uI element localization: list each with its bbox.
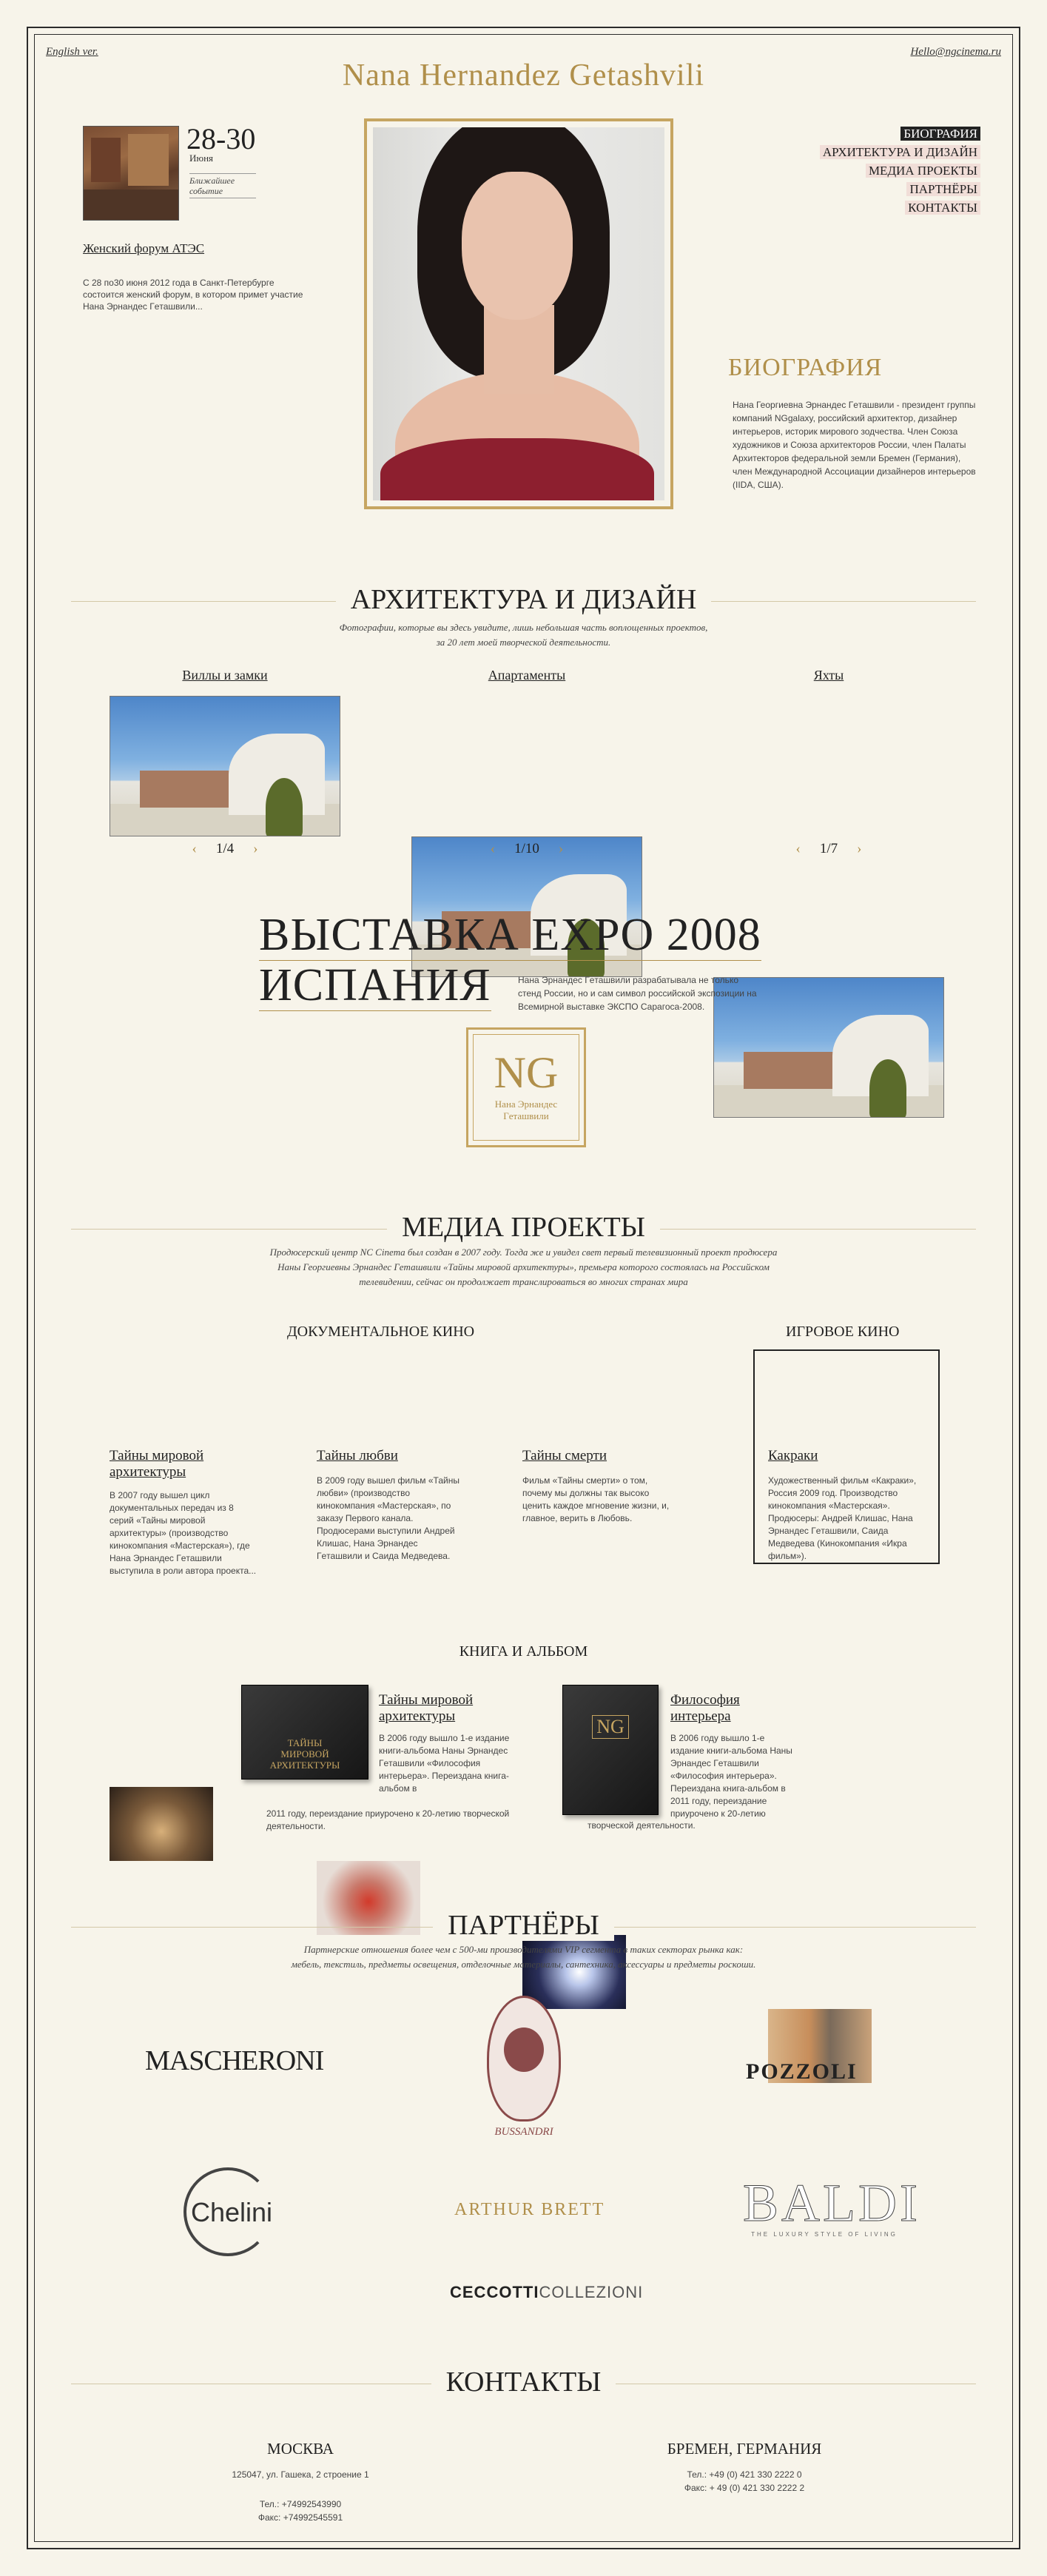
media-title: Медиа проекты xyxy=(0,1211,1047,1244)
books-head: Книга и альбом xyxy=(459,1643,588,1660)
portrait-photo xyxy=(373,127,664,500)
book-title-philosophy-interior[interactable]: Философия интерьера xyxy=(670,1692,789,1725)
event-text: С 28 по30 июня 2012 года в Санкт-Петербу… xyxy=(83,278,303,312)
nav-item-partners[interactable]: Партнёры xyxy=(820,180,980,198)
partner-ceccotti[interactable]: CECCOTTICOLLEZIONI xyxy=(450,2283,643,2302)
nav-item-architecture[interactable]: Архитектура и дизайн xyxy=(819,143,980,161)
event-date: 28-30 xyxy=(186,122,256,155)
next-arrow-icon[interactable]: › xyxy=(559,841,563,856)
partner-mascheroni[interactable]: MASCHERONI xyxy=(145,2045,324,2077)
partner-pozzoli[interactable]: POZZOLI xyxy=(746,2059,858,2084)
film-title-secrets-death[interactable]: Тайны смерти xyxy=(522,1448,670,1464)
film-text-kakraki: Художественный фильм «Какраки», Россия 2… xyxy=(768,1475,917,1561)
bremen-fax: Факс: + 49 (0) 421 330 2222 2 xyxy=(684,2483,805,2493)
feature-head: Игровое кино xyxy=(786,1324,900,1340)
partner-chelini[interactable]: Chelini xyxy=(181,2167,284,2256)
book-cover-secrets-architecture[interactable]: ТАЙНЫ МИРОВОЙ АРХИТЕКТУРЫ xyxy=(241,1685,368,1780)
gallery-pager-villas: ‹ 1/4 › xyxy=(192,841,258,856)
media-subtitle-1: Продюсерский центр NC Cinema был создан … xyxy=(269,1247,778,1258)
gallery-image-villas[interactable] xyxy=(110,696,340,836)
expo-text: Нана Эрнандес Гeташвили разрабатывала не… xyxy=(518,975,757,1012)
film-title-kakraki[interactable]: Какраки xyxy=(768,1448,916,1464)
gallery-label-yachts[interactable]: Яхты xyxy=(713,668,944,683)
logo-caption-2: Гeташвили xyxy=(503,1110,549,1121)
event-label: Ближайшее событие xyxy=(189,173,256,198)
moscow-phone: Тел.: +74992543990 xyxy=(259,2499,342,2509)
ng-logo: NG Нана Эрнандес Гeташвили xyxy=(466,1027,586,1147)
partners-title: Партнёры xyxy=(0,1909,1047,1942)
nav-item-media[interactable]: Медиа проекты xyxy=(820,161,980,180)
book-title-secrets-architecture[interactable]: Тайны мировой архитектуры xyxy=(379,1692,527,1725)
main-nav: Биография Архитектура и дизайн Медиа про… xyxy=(819,124,980,217)
architecture-title: Архитектура и дизайн xyxy=(0,583,1047,616)
gallery-pager-apartments: ‹ 1/10 › xyxy=(490,841,564,856)
gallery-label-villas[interactable]: Виллы и замки xyxy=(110,668,340,683)
partners-subtitle-1: Партнерские отношения более чем с 500-ми… xyxy=(303,1944,744,1955)
architecture-subtitle-1: Фотографии, которые вы здесь увидите, ли… xyxy=(339,622,708,633)
expo-title-line-2: Испания xyxy=(259,960,491,1011)
book-text-secrets-architecture-2: 2011 году, переиздание приурочено к 20-л… xyxy=(266,1808,510,1831)
partner-baldi[interactable]: BALDI THE LUXURY STYLE OF LIVING xyxy=(743,2175,918,2238)
film-text-secrets-love: В 2009 году вышел фильм «Тайны любви» (п… xyxy=(317,1475,459,1561)
bremen-phone: Тел.: +49 (0) 421 330 2222 0 xyxy=(687,2469,802,2480)
bussandri-crest-icon xyxy=(487,1996,561,2121)
english-version-link[interactable]: English ver. xyxy=(46,46,98,58)
media-subtitle-3: телевидении, сейчас он продолжает трансл… xyxy=(359,1276,688,1287)
nav-item-contacts[interactable]: Контакты xyxy=(820,198,980,217)
media-subtitle-2: Наны Георгиевны Эрнандес Гeташвили «Тайн… xyxy=(277,1261,770,1272)
city-moscow: Москва xyxy=(267,2440,334,2458)
book-text-secrets-architecture-1: В 2006 году вышло 1-е издание книги-альб… xyxy=(379,1733,510,1794)
site-title: Nana Hernandez Getashvili xyxy=(342,58,705,93)
logo-caption-1: Нана Эрнандес xyxy=(494,1099,558,1110)
event-month: Июня xyxy=(189,152,214,164)
expo-title-line-1: Выставка EXPO 2008 xyxy=(259,910,761,961)
next-arrow-icon[interactable]: › xyxy=(857,841,861,856)
documentary-head: Документальное кино xyxy=(287,1324,475,1340)
moscow-fax: Факс: +74992545591 xyxy=(257,2512,343,2523)
next-arrow-icon[interactable]: › xyxy=(253,841,257,856)
event-title-link[interactable]: Женский форум АТЭС xyxy=(83,241,231,256)
gallery-label-apartments[interactable]: Апартаменты xyxy=(411,668,642,683)
book-text-philosophy-interior-1: В 2006 году вышло 1-е издание книги-альб… xyxy=(670,1733,792,1819)
partner-bussandri[interactable]: BUSSANDRI xyxy=(479,1996,568,2139)
moscow-address: 125047, ул. Гашека, 2 строение 1 xyxy=(232,2469,369,2480)
film-title-secrets-love[interactable]: Тайны любви xyxy=(317,1448,465,1464)
partner-arthur-brett[interactable]: ARTHUR BRETT xyxy=(454,2200,605,2220)
bio-title: БИОГРАФИЯ xyxy=(728,354,883,381)
event-image[interactable] xyxy=(83,126,179,221)
prev-arrow-icon[interactable]: ‹ xyxy=(192,841,197,856)
nav-item-biography[interactable]: Биография xyxy=(820,124,980,143)
architecture-subtitle-2: за 20 лет моей творческой деятельности. xyxy=(436,637,611,648)
film-text-secrets-architecture: В 2007 году вышел цикл документальных пе… xyxy=(110,1490,257,1576)
contacts-title: Контакты xyxy=(0,2366,1047,2398)
ng-logo-icon: NG xyxy=(494,1048,559,1097)
partners-subtitle-2: мебель, текстиль, предметы освещения, от… xyxy=(291,1959,756,1970)
prev-arrow-icon[interactable]: ‹ xyxy=(796,841,801,856)
email-link[interactable]: Hello@ngcinema.ru xyxy=(910,46,1001,58)
film-title-secrets-architecture[interactable]: Тайны мировой архитектуры xyxy=(110,1448,257,1480)
portrait-frame xyxy=(364,118,673,509)
film-image-secrets-architecture[interactable] xyxy=(110,1787,213,1861)
book-cover-philosophy-interior[interactable]: NG xyxy=(562,1685,659,1815)
film-text-secrets-death: Фильм «Тайны смерти» о том, почему мы до… xyxy=(522,1475,670,1523)
gallery-pager-yachts: ‹ 1/7 › xyxy=(795,841,862,856)
bio-text: Нана Георгиевна Эрнандес Гeташвили - пре… xyxy=(733,400,976,490)
book-text-philosophy-interior-2: творческой деятельности. xyxy=(588,1820,696,1831)
city-bremen: Бремен, Германия xyxy=(667,2440,822,2458)
prev-arrow-icon[interactable]: ‹ xyxy=(491,841,495,856)
